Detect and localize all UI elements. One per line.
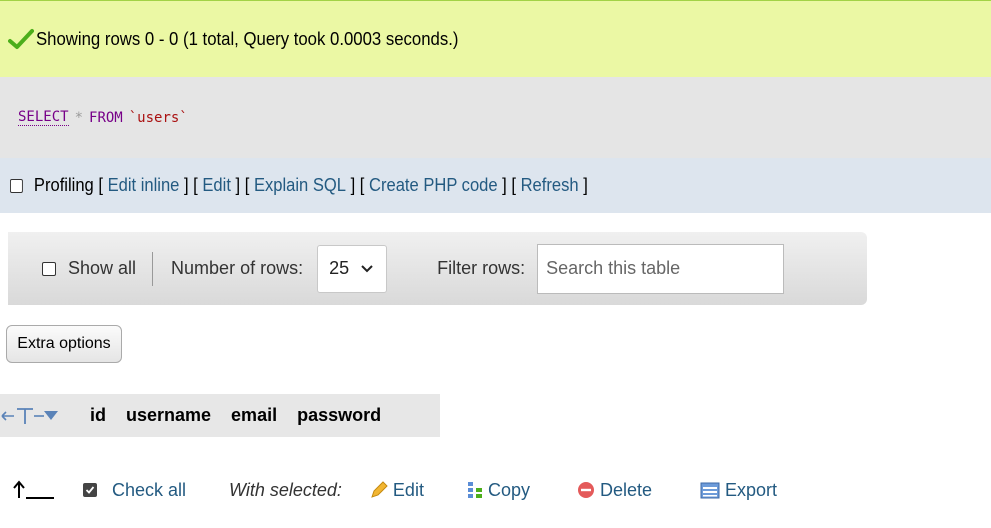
export-icon [700,482,720,498]
sql-query-box: SELECT * FROM `users` [0,77,991,158]
bulk-edit-button[interactable]: Edit [370,480,424,501]
with-selected-label: With selected: [229,479,342,500]
show-all-toggle[interactable]: Show all [42,258,136,279]
chevron-down-icon [361,264,373,272]
success-text: Showing rows 0 - 0 (1 total, Query took … [36,28,459,49]
edit-link[interactable]: Edit [202,175,231,196]
extra-options-button[interactable]: Extra options [6,325,122,363]
delete-icon [577,482,594,498]
profiling-checkbox[interactable] [10,178,23,193]
check-all-link[interactable]: Check all [112,480,186,501]
checkmark-icon [8,29,34,49]
refresh-link[interactable]: Refresh [521,175,579,196]
column-resize-icon[interactable] [0,406,78,426]
create-php-code-link[interactable]: Create PHP code [369,175,498,196]
arrow-up-corner-icon [13,480,54,499]
copy-icon [467,482,482,498]
results-table-header: id username email password [0,394,440,437]
query-success-message: Showing rows 0 - 0 (1 total, Query took … [0,0,991,77]
bulk-export-button[interactable]: Export [700,480,777,501]
profiling-bar: Profiling [ Edit inline ] [ Edit ] [ Exp… [0,158,991,213]
sql-keyword-from: FROM [89,109,123,126]
show-all-checkbox[interactable] [42,261,56,276]
search-table-input[interactable] [537,243,785,294]
bulk-export-label: Export [725,479,778,500]
rows-per-page-select[interactable]: 25 [317,244,388,293]
bulk-actions-row: Check all With selected: Edit Copy Delet… [0,470,991,510]
show-all-label: Show all [68,258,137,278]
table-navigation-bar: Show all Number of rows: 25 Filter rows: [8,232,867,305]
column-header-email[interactable]: email [221,405,287,426]
column-controls[interactable] [0,394,80,437]
bulk-copy-button[interactable]: Copy [467,480,530,501]
bulk-copy-label: Copy [487,479,530,500]
column-header-username[interactable]: username [116,405,221,426]
column-header-id[interactable]: id [80,405,116,426]
sql-table-name: `users` [128,109,188,126]
rows-label: Number of rows: [171,258,304,278]
check-all-checkbox[interactable] [83,483,97,497]
edit-inline-link[interactable]: Edit inline [108,175,180,196]
sql-star: * [74,109,84,126]
column-header-password[interactable]: password [287,405,391,426]
filter-rows-label: Filter rows: [437,258,526,278]
rows-value: 25 [329,258,350,278]
profiling-label: Profiling [33,175,94,195]
explain-sql-link[interactable]: Explain SQL [254,175,346,196]
bulk-delete-label: Delete [599,479,653,500]
nav-divider [152,251,154,286]
bulk-delete-button[interactable]: Delete [577,480,652,501]
sql-keyword-select[interactable]: SELECT [18,109,69,126]
bulk-edit-label: Edit [392,479,424,500]
pencil-icon [371,481,388,498]
